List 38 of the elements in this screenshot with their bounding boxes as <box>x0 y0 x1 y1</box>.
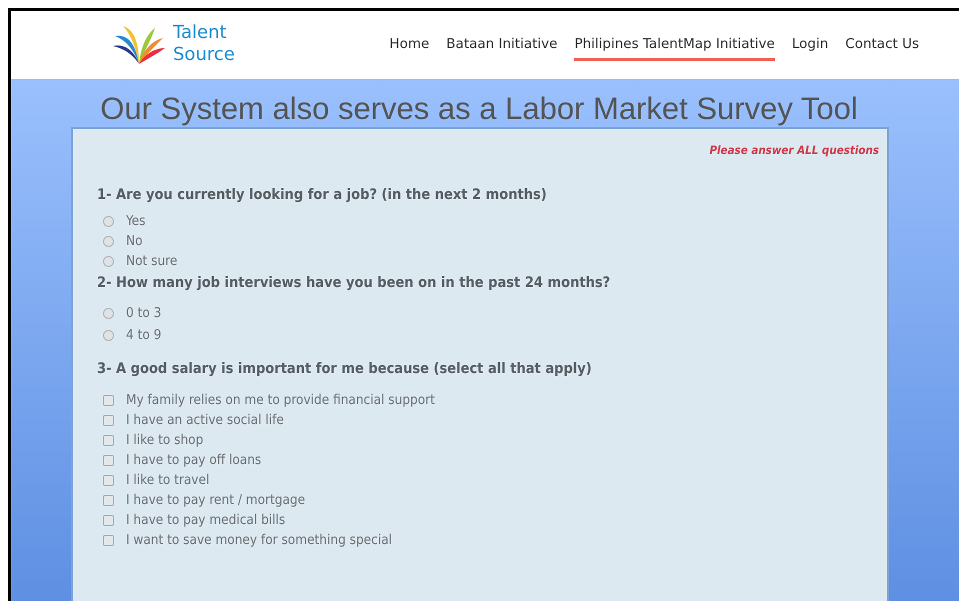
option-label: Not sure <box>126 253 178 269</box>
question-text: 2- How many job interviews have you been on in the past 24 months? <box>97 275 612 291</box>
page-title: Our System also serves as a Labor Market Survey Tool <box>99 91 859 127</box>
option-label: No <box>126 233 143 249</box>
checkbox[interactable] <box>103 434 114 446</box>
option-label: 4 to 9 <box>126 327 162 343</box>
option-label: Yes <box>126 213 146 229</box>
question-text: 3- A good salary is important for me because (select all that apply) <box>97 361 593 377</box>
option-label: I have to pay off loans <box>126 452 262 468</box>
notice-text: Please answer ALL questions <box>709 143 880 157</box>
option-label: My family relies on me to provide financial support <box>126 392 435 408</box>
nav-link[interactable]: Login <box>792 28 828 60</box>
checkbox[interactable] <box>103 514 114 526</box>
checkbox[interactable] <box>103 534 114 546</box>
question-text: 1- Are you currently looking for a job? (in the next 2 months) <box>97 187 548 203</box>
logo-text: Talent <box>173 22 228 44</box>
radio-button[interactable] <box>103 308 114 318</box>
nav-link[interactable]: Bataan Initiative <box>446 28 558 60</box>
nav-link[interactable]: Philipines TalentMap Initiative <box>574 28 775 60</box>
radio-button[interactable] <box>103 256 114 266</box>
radio-button[interactable] <box>103 216 114 226</box>
logo-text: Source <box>173 44 235 66</box>
radio-button[interactable] <box>103 236 114 246</box>
option-label: I have an active social life <box>126 412 284 428</box>
radio-button[interactable] <box>103 330 114 340</box>
option-label: I want to save money for something special <box>126 532 392 548</box>
option-label: 0 to 3 <box>126 305 162 321</box>
checkbox[interactable] <box>103 474 114 486</box>
option-label: I like to shop <box>126 432 204 448</box>
checkbox[interactable] <box>103 394 114 406</box>
option-label: I have to pay medical bills <box>126 512 286 528</box>
checkbox[interactable] <box>103 454 114 466</box>
checkbox[interactable] <box>103 414 114 426</box>
checkbox[interactable] <box>103 494 114 506</box>
nav-link[interactable]: Contact Us <box>845 28 919 60</box>
nav-link[interactable]: Home <box>389 28 430 60</box>
option-label: I like to travel <box>126 472 210 488</box>
option-label: I have to pay rent / mortgage <box>126 492 306 508</box>
